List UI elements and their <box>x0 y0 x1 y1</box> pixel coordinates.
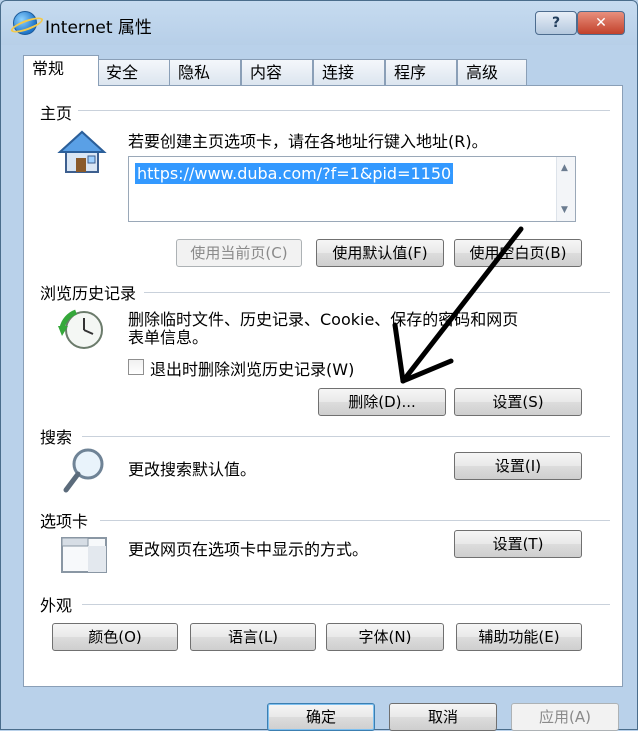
annotation-arrow <box>392 226 524 384</box>
tab-general[interactable]: 常规 <box>23 55 99 86</box>
internet-options-window: Internet 属性 ? ✕ 常规 安全 隐私 内容 连接 程序 高级 主页 … <box>0 0 638 731</box>
